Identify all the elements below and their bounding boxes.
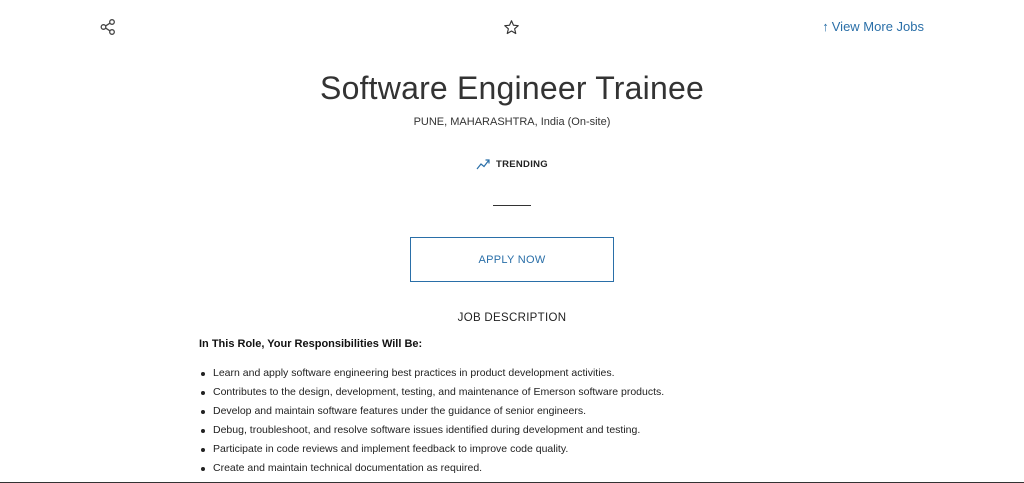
star-icon[interactable] (503, 19, 520, 36)
list-item: Develop and maintain software features u… (199, 402, 664, 421)
list-item: Participate in code reviews and implemen… (199, 440, 664, 459)
view-more-jobs-link[interactable]: ↑ View More Jobs (822, 19, 924, 34)
role-heading: In This Role, Your Responsibilities Will… (199, 338, 423, 350)
job-location: PUNE, MAHARASHTRA, India (On-site) (413, 116, 611, 128)
job-title: Software Engineer Trainee (320, 70, 704, 106)
list-item: Contributes to the design, development, … (199, 383, 664, 402)
arrow-up-icon: ↑ (822, 19, 829, 34)
trending-label: TRENDING (495, 159, 548, 170)
list-item: Debug, troubleshoot, and resolve softwar… (199, 421, 664, 440)
trending-badge: TRENDING (0, 158, 1024, 170)
apply-now-button[interactable]: APPLY NOW (410, 237, 614, 282)
section-divider (493, 205, 531, 206)
list-item: Create and maintain technical documentat… (199, 459, 664, 478)
view-more-jobs-label: View More Jobs (831, 19, 924, 34)
trending-up-icon (476, 159, 490, 170)
responsibilities-list: Learn and apply software engineering bes… (199, 364, 664, 478)
list-item: Learn and apply software engineering bes… (199, 364, 664, 383)
share-icon[interactable] (99, 18, 117, 36)
job-toolbar: ↑ View More Jobs (0, 0, 1024, 54)
job-description-heading: JOB DESCRIPTION (457, 312, 567, 324)
